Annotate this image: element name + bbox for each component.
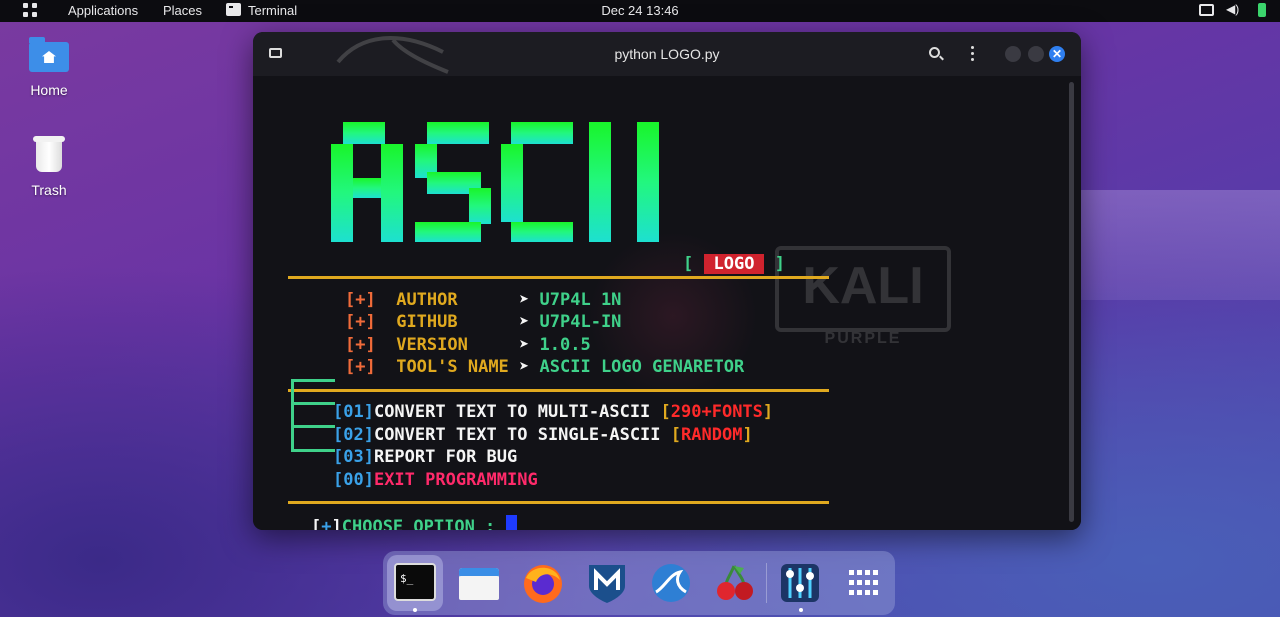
terminal-header-bar[interactable]: python LOGO.py ✕ (253, 32, 1081, 76)
top-panel: Applications Places Terminal Dec 24 13:4… (0, 0, 1280, 22)
screen-icon[interactable] (1199, 4, 1214, 16)
separator-line (288, 276, 829, 279)
maximize-button[interactable] (1028, 46, 1044, 62)
window-title: python LOGO.py (614, 46, 720, 62)
dock-running-indicator (413, 608, 417, 612)
mixer-settings-icon (781, 564, 819, 602)
search-icon[interactable] (929, 47, 940, 58)
minimize-button[interactable] (1005, 46, 1021, 62)
wireshark-icon (652, 564, 690, 602)
trash-icon (33, 136, 65, 174)
show-apps-grid-icon (849, 570, 878, 595)
files-icon (459, 568, 499, 600)
menu-option-01: [01]CONVERT TEXT TO MULTI-ASCII [290+FON… (333, 402, 774, 422)
battery-icon[interactable] (1258, 3, 1266, 17)
desktop-home[interactable]: Home (9, 37, 89, 98)
dock-running-indicator (799, 608, 803, 612)
dock-cherrytree-button[interactable] (714, 562, 756, 604)
terminal-window[interactable]: python LOGO.py ✕ KALI PURPLE [LOGO] [+… (253, 32, 1081, 530)
text-cursor (505, 515, 517, 530)
volume-icon[interactable]: ◀) (1226, 2, 1239, 16)
dock-wireshark-button[interactable] (650, 562, 692, 604)
terminal-output[interactable]: KALI PURPLE [LOGO] [+] AUTHOR ➤ U7P4L … (253, 76, 1081, 530)
clock[interactable]: Dec 24 13:46 (0, 3, 1280, 18)
metasploit-icon (589, 565, 625, 603)
dock-files-button[interactable] (458, 562, 500, 604)
separator-line (288, 389, 829, 392)
menu-tree-lines (291, 379, 335, 459)
firefox-icon (524, 565, 562, 603)
dock-settings-button[interactable] (779, 562, 821, 604)
terminal-icon: $_ (394, 563, 436, 601)
home-folder-icon (29, 37, 69, 72)
svg-text:$_: $_ (400, 572, 414, 585)
dock-terminal-button[interactable]: $_ (387, 555, 443, 611)
dock-show-apps-button[interactable] (843, 562, 885, 604)
logo-tag: [ LOGO ] (683, 254, 785, 274)
home-label: Home (30, 82, 68, 98)
desktop-trash[interactable]: Trash (9, 136, 89, 198)
close-button[interactable]: ✕ (1049, 46, 1065, 62)
info-row-version: [+] VERSION ➤ 1.0.5 (345, 335, 591, 355)
dock-separator (766, 563, 767, 603)
info-row-tool-name: [+] TOOL'S NAME ➤ ASCII LOGO GENARETOR (345, 357, 745, 377)
ascii-logo-art (331, 122, 659, 242)
menu-option-03: [03]REPORT FOR BUG (333, 447, 518, 467)
kali-purple-watermark: KALI PURPLE (775, 246, 951, 376)
dock: $_ (383, 551, 895, 615)
menu-kebab-icon[interactable] (971, 46, 974, 61)
menu-option-02: [02]CONVERT TEXT TO SINGLE-ASCII [RANDOM… (333, 425, 753, 445)
separator-line (288, 501, 829, 504)
dock-firefox-button[interactable] (522, 562, 564, 604)
menu-option-00: [00]EXIT PROGRAMMING (333, 470, 538, 490)
choose-option-prompt[interactable]: [+]CHOOSE OPTION : (311, 515, 517, 530)
dock-metasploit-button[interactable] (586, 562, 628, 604)
scrollbar[interactable] (1069, 82, 1074, 522)
info-row-author: [+] AUTHOR ➤ U7P4L 1N (345, 290, 622, 310)
info-row-github: [+] GITHUB ➤ U7P4L-IN (345, 312, 622, 332)
cherrytree-icon (717, 565, 753, 600)
trash-label: Trash (31, 182, 67, 198)
